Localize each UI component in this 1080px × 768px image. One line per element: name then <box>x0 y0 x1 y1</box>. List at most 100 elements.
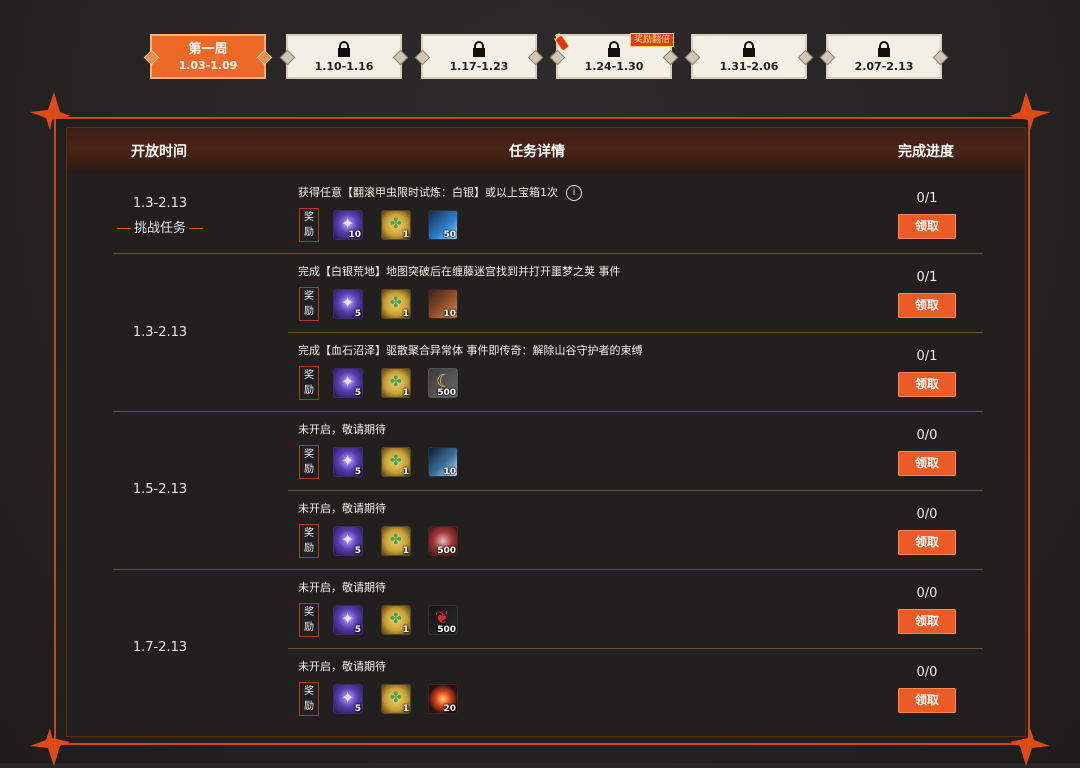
task-progress: 0/1 <box>916 349 938 364</box>
tab-week-1[interactable]: 第一周 1.03-1.09 <box>150 34 266 79</box>
firecracker-icon <box>554 33 570 51</box>
claim-button[interactable]: 领取 <box>898 293 956 318</box>
header-task-detail: 任务详情 <box>509 144 565 160</box>
group-date: 1.5-2.13 <box>132 482 188 497</box>
reward-label: 奖励 <box>299 682 319 716</box>
coin-item-icon[interactable]: 1 <box>381 368 411 398</box>
coin-item-icon[interactable]: 1 <box>381 605 411 635</box>
row-divider <box>288 648 983 649</box>
task-progress: 0/0 <box>916 428 938 443</box>
moon-item-icon[interactable]: 500 <box>428 368 458 398</box>
crystal-item-icon[interactable]: 5 <box>333 605 363 635</box>
lock-icon <box>607 41 621 57</box>
task-description-text: 未开启，敬请期待 <box>298 502 386 515</box>
item-quantity: 10 <box>443 467 456 477</box>
task-progress: 0/0 <box>916 586 938 601</box>
group-divider <box>113 253 983 254</box>
task-progress: 0/0 <box>916 665 938 680</box>
task-description: 获得任意【翻滚甲虫限时试炼：白银】或以上宝箱1次 i <box>298 184 582 201</box>
crystal-item-icon[interactable]: 5 <box>333 526 363 556</box>
item-quantity: 1 <box>402 546 409 556</box>
red-orb-item-icon[interactable]: 500 <box>428 526 458 556</box>
claim-button[interactable]: 领取 <box>898 688 956 713</box>
task-description-text: 未开启，敬请期待 <box>298 660 386 673</box>
item-quantity: 1 <box>402 388 409 398</box>
burst-item-icon[interactable]: 20 <box>428 684 458 714</box>
task-description: 未开启，敬请期待 <box>298 421 386 437</box>
tab-dates: 1.03-1.09 <box>178 59 238 72</box>
lock-icon <box>337 41 351 57</box>
header-progress: 完成进度 <box>898 144 954 160</box>
task-progress: 0/1 <box>916 191 938 206</box>
crystal-item-icon[interactable]: 5 <box>333 368 363 398</box>
claim-button[interactable]: 领取 <box>898 609 956 634</box>
coin-item-icon[interactable]: 1 <box>381 447 411 477</box>
item-quantity: 5 <box>354 309 361 319</box>
wood-item-icon[interactable]: 10 <box>428 289 458 319</box>
item-quantity: 10 <box>443 309 456 319</box>
rose-item-icon[interactable]: 500 <box>428 605 458 635</box>
item-quantity: 5 <box>354 625 361 635</box>
info-icon[interactable]: i <box>566 185 582 201</box>
corner-ornament-icon <box>1010 728 1050 766</box>
task-description: 未开启，敬请期待 <box>298 500 386 516</box>
corner-ornament-icon <box>30 728 70 766</box>
item-quantity: 5 <box>354 546 361 556</box>
tab-week-4[interactable]: 奖励翻倍 1.24-1.30 <box>554 33 674 79</box>
crystal-item-icon[interactable]: 5 <box>333 447 363 477</box>
group-divider <box>113 569 983 570</box>
ice-item-icon[interactable]: 50 <box>428 210 458 240</box>
task-description-text: 完成【血石沼泽】驱散聚合异常体 事件即传奇：解除山谷守护者的束缚 <box>298 344 643 357</box>
blade-item-icon[interactable]: 10 <box>428 447 458 477</box>
reward-label: 奖励 <box>299 287 319 321</box>
task-progress: 0/0 <box>916 507 938 522</box>
task-description: 未开启，敬请期待 <box>298 658 386 674</box>
group-date: 1.3-2.13 <box>132 196 188 211</box>
group-date: 1.7-2.13 <box>132 640 188 655</box>
task-description-text: 未开启，敬请期待 <box>298 423 386 436</box>
reward-label: 奖励 <box>299 366 319 400</box>
claim-button[interactable]: 领取 <box>898 372 956 397</box>
double-reward-badge: 奖励翻倍 <box>629 33 674 47</box>
tab-week-6[interactable]: 2.07-2.13 <box>826 34 942 79</box>
task-description-text: 获得任意【翻滚甲虫限时试炼：白银】或以上宝箱1次 <box>298 186 558 199</box>
challenge-task-label: 挑战任务 <box>100 217 220 236</box>
task-description: 完成【血石沼泽】驱散聚合异常体 事件即传奇：解除山谷守护者的束缚 <box>298 342 643 358</box>
tab-week-5[interactable]: 1.31-2.06 <box>691 34 807 79</box>
lock-icon <box>742 41 756 57</box>
tab-dates: 1.31-2.06 <box>719 60 779 73</box>
coin-item-icon[interactable]: 1 <box>381 210 411 240</box>
item-quantity: 500 <box>437 388 456 398</box>
claim-button[interactable]: 领取 <box>898 214 956 239</box>
tab-week-2[interactable]: 1.10-1.16 <box>286 34 402 79</box>
reward-label: 奖励 <box>299 445 319 479</box>
claim-button[interactable]: 领取 <box>898 451 956 476</box>
item-quantity: 5 <box>354 388 361 398</box>
tab-title: 第一周 <box>188 42 228 57</box>
tab-dates: 1.17-1.23 <box>449 60 509 73</box>
item-quantity: 10 <box>348 230 361 240</box>
reward-label: 奖励 <box>299 208 319 242</box>
coin-item-icon[interactable]: 1 <box>381 289 411 319</box>
tab-dates: 2.07-2.13 <box>854 60 914 73</box>
coin-item-icon[interactable]: 1 <box>381 684 411 714</box>
corner-ornament-icon <box>30 92 70 130</box>
task-description: 未开启，敬请期待 <box>298 579 386 595</box>
item-quantity: 5 <box>354 467 361 477</box>
item-quantity: 50 <box>443 230 456 240</box>
task-progress: 0/1 <box>916 270 938 285</box>
claim-button[interactable]: 领取 <box>898 530 956 555</box>
crystal-item-icon[interactable]: 10 <box>333 210 363 240</box>
item-quantity: 20 <box>443 704 456 714</box>
reward-label: 奖励 <box>299 524 319 558</box>
crystal-item-icon[interactable]: 5 <box>333 684 363 714</box>
tab-week-3[interactable]: 1.17-1.23 <box>421 34 537 79</box>
header-open-time: 开放时间 <box>131 144 187 160</box>
tab-dates: 1.24-1.30 <box>584 60 644 73</box>
crystal-item-icon[interactable]: 5 <box>333 289 363 319</box>
coin-item-icon[interactable]: 1 <box>381 526 411 556</box>
tab-dates: 1.10-1.16 <box>314 60 374 73</box>
task-description-text: 未开启，敬请期待 <box>298 581 386 594</box>
item-quantity: 1 <box>402 704 409 714</box>
item-quantity: 1 <box>402 309 409 319</box>
